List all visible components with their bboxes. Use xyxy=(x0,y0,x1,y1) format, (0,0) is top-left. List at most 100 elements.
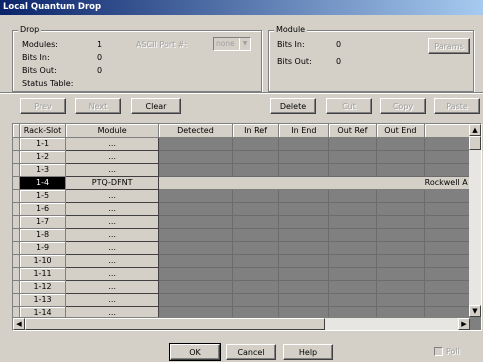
table-row[interactable]: 1-13... xyxy=(13,292,470,307)
next-button[interactable]: Next xyxy=(75,98,121,114)
col-rack-slot[interactable]: Rack-Slot xyxy=(19,124,67,138)
detected-cell xyxy=(158,202,233,216)
table-row[interactable]: 1-3... xyxy=(13,162,470,177)
out-end-cell xyxy=(376,137,426,151)
scroll-right-icon[interactable]: ▶ xyxy=(458,318,470,330)
in-end-cell xyxy=(278,202,330,216)
rack-slot-cell[interactable]: 1-5 xyxy=(19,189,67,203)
out-ref-cell xyxy=(328,228,377,242)
col-in-end[interactable]: In End xyxy=(278,124,330,138)
rack-slot-cell[interactable]: 1-10 xyxy=(19,254,67,268)
out-ref-cell xyxy=(328,137,377,151)
prev-button[interactable]: Prev xyxy=(20,98,66,114)
rack-slot-cell[interactable]: 1-1 xyxy=(19,137,67,151)
detected-cell xyxy=(158,215,233,229)
rack-grid[interactable]: Rack-Slot Module Detected In Ref In End … xyxy=(12,123,482,331)
table-row[interactable]: 1-2... xyxy=(13,149,470,164)
copy-button[interactable]: Copy xyxy=(380,98,426,114)
rack-slot-cell[interactable]: 1-13 xyxy=(19,293,67,307)
module-cell[interactable]: ... xyxy=(65,305,160,317)
rack-slot-cell[interactable]: 1-11 xyxy=(19,267,67,281)
clear-button[interactable]: Clear xyxy=(131,98,181,114)
col-out-end[interactable]: Out End xyxy=(376,124,426,138)
detected-cell xyxy=(158,306,233,317)
help-button[interactable]: Help xyxy=(283,344,333,360)
rack-slot-cell[interactable]: 1-2 xyxy=(19,150,67,164)
rack-slot-cell[interactable]: 1-7 xyxy=(19,215,67,229)
col-out-ref[interactable]: Out Ref xyxy=(328,124,377,138)
rack-slot-cell[interactable]: 1-6 xyxy=(19,202,67,216)
drop-bits-out-value: 0 xyxy=(97,66,103,75)
scroll-left-icon[interactable]: ◀ xyxy=(13,318,25,330)
extra-cell xyxy=(424,293,470,307)
table-row[interactable]: 1-1... xyxy=(13,136,470,151)
table-row[interactable]: 1-7... xyxy=(13,214,470,229)
ok-button[interactable]: OK xyxy=(169,343,221,361)
paste-button[interactable]: Paste xyxy=(434,98,480,114)
module-cell[interactable]: ... xyxy=(65,214,160,229)
module-cell[interactable]: ... xyxy=(65,266,160,281)
module-cell[interactable]: ... xyxy=(65,136,160,151)
out-ref-cell xyxy=(328,150,377,164)
horizontal-scroll-thumb[interactable] xyxy=(25,318,325,330)
table-row[interactable]: 1-11... xyxy=(13,266,470,281)
module-cell[interactable]: ... xyxy=(65,227,160,242)
module-cell[interactable]: ... xyxy=(65,201,160,216)
module-cell[interactable]: ... xyxy=(65,253,160,268)
ascii-port-select[interactable]: none ▼ xyxy=(213,37,251,51)
table-row[interactable]: 1-8... xyxy=(13,227,470,242)
chevron-down-icon[interactable]: ▼ xyxy=(239,38,250,50)
out-end-cell xyxy=(376,163,426,177)
delete-button[interactable]: Delete xyxy=(270,98,316,114)
col-detected[interactable]: Detected xyxy=(158,124,233,138)
scroll-down-icon[interactable]: ▼ xyxy=(469,305,481,317)
rack-slot-cell[interactable]: 1-8 xyxy=(19,228,67,242)
in-end-cell xyxy=(278,280,330,294)
extra-cell xyxy=(424,267,470,281)
module-cell[interactable]: ... xyxy=(65,292,160,307)
rack-slot-cell[interactable]: 1-14 xyxy=(19,306,67,317)
poll-checkbox[interactable] xyxy=(434,347,443,356)
in-ref-cell xyxy=(232,306,280,317)
grid-body: 1-1... 1-2... 1-3... 1-4 PTQ-DFNT Rockwell… xyxy=(13,136,470,317)
in-ref-cell xyxy=(232,228,280,242)
module-cell[interactable]: ... xyxy=(65,279,160,294)
rack-slot-cell[interactable]: 1-3 xyxy=(19,163,67,177)
rack-slot-cell[interactable]: 1-4 xyxy=(19,176,67,190)
table-row[interactable]: 1-9... xyxy=(13,240,470,255)
col-module[interactable]: Module xyxy=(65,124,160,138)
out-ref-cell xyxy=(328,280,377,294)
table-row[interactable]: 1-5... xyxy=(13,188,470,203)
in-ref-cell xyxy=(232,254,280,268)
table-row[interactable]: 1-6... xyxy=(13,201,470,216)
in-ref-cell xyxy=(232,280,280,294)
vertical-scroll-thumb[interactable] xyxy=(469,136,481,150)
table-row[interactable]: 1-10... xyxy=(13,253,470,268)
module-cell[interactable]: ... xyxy=(65,240,160,255)
out-end-cell xyxy=(376,254,426,268)
module-cell[interactable]: ... xyxy=(65,149,160,164)
params-button[interactable]: Params xyxy=(428,38,470,54)
cut-button[interactable]: Cut xyxy=(326,98,372,114)
module-cell[interactable]: ... xyxy=(65,188,160,203)
col-in-ref[interactable]: In Ref xyxy=(232,124,280,138)
table-row[interactable]: 1-14... xyxy=(13,305,470,317)
out-end-cell xyxy=(376,215,426,229)
in-ref-cell xyxy=(232,163,280,177)
extra-cell xyxy=(424,189,470,203)
table-row[interactable]: 1-12... xyxy=(13,279,470,294)
module-cell[interactable]: PTQ-DFNT xyxy=(65,175,160,190)
detected-cell xyxy=(158,267,233,281)
cancel-button[interactable]: Cancel xyxy=(226,344,276,360)
out-ref-cell xyxy=(328,189,377,203)
scroll-up-icon[interactable]: ▲ xyxy=(469,124,481,136)
extra-cell xyxy=(424,137,470,151)
horizontal-scrollbar[interactable]: ◀ ▶ xyxy=(13,318,470,330)
rack-slot-cell[interactable]: 1-12 xyxy=(19,280,67,294)
vertical-scrollbar[interactable]: ▲ ▼ xyxy=(469,124,481,317)
rack-slot-cell[interactable]: 1-9 xyxy=(19,241,67,255)
detected-cell xyxy=(158,150,233,164)
table-row-selected[interactable]: 1-4 PTQ-DFNT Rockwell A xyxy=(13,175,470,190)
out-end-cell xyxy=(376,306,426,317)
module-cell[interactable]: ... xyxy=(65,162,160,177)
